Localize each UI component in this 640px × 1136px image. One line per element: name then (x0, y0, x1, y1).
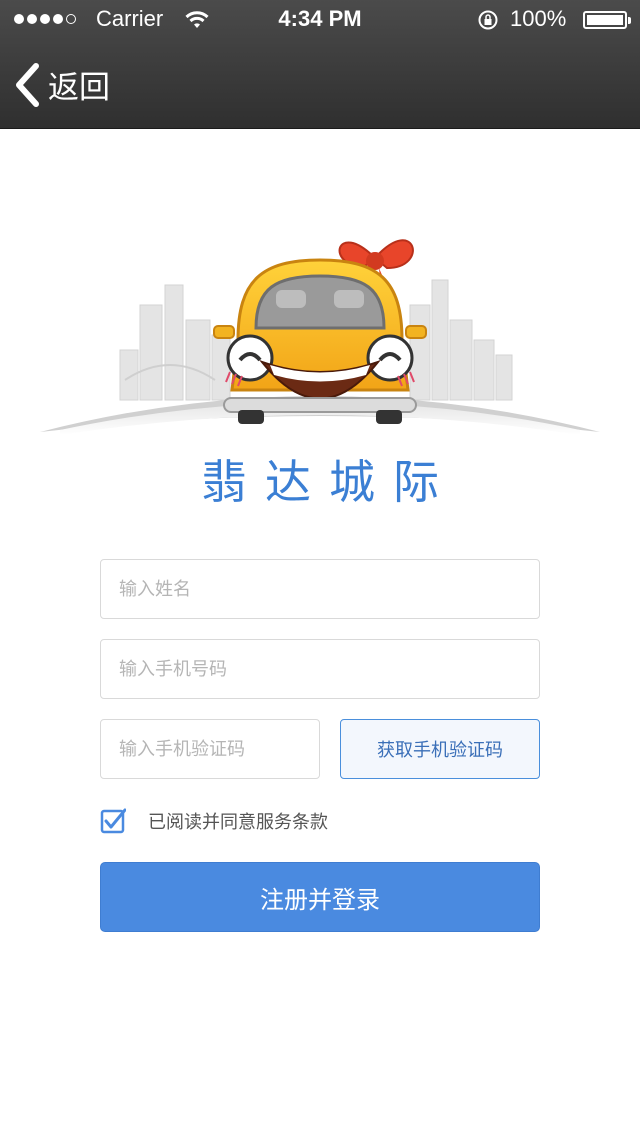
rotation-lock-icon (478, 10, 498, 30)
phone-input[interactable] (100, 639, 540, 699)
back-label: 返回 (48, 70, 110, 106)
chevron-left-icon (16, 62, 39, 107)
terms-agreement: 已阅读并同意服务条款 (100, 808, 328, 834)
status-bar: Carrier 4:34 PM 100% (0, 0, 640, 40)
battery-icon (583, 11, 631, 29)
nav-bar: 返回 (0, 40, 640, 128)
top-bar: Carrier 4:34 PM 100% 返回 (0, 0, 640, 129)
back-button[interactable]: 返回 (14, 62, 110, 107)
name-input[interactable] (100, 559, 540, 619)
battery-percent: 100% (510, 6, 567, 31)
car-mascot-illustration (40, 239, 600, 435)
verification-code-input[interactable] (100, 719, 320, 779)
checkbox-checked-icon[interactable] (100, 808, 126, 834)
app-name-title: 翡达城际 (201, 455, 457, 509)
register-and-login-button[interactable]: 注册并登录 (100, 862, 540, 932)
get-verification-code-button[interactable]: 获取手机验证码 (340, 719, 540, 779)
terms-agreement-label[interactable]: 已阅读并同意服务条款 (148, 808, 328, 834)
